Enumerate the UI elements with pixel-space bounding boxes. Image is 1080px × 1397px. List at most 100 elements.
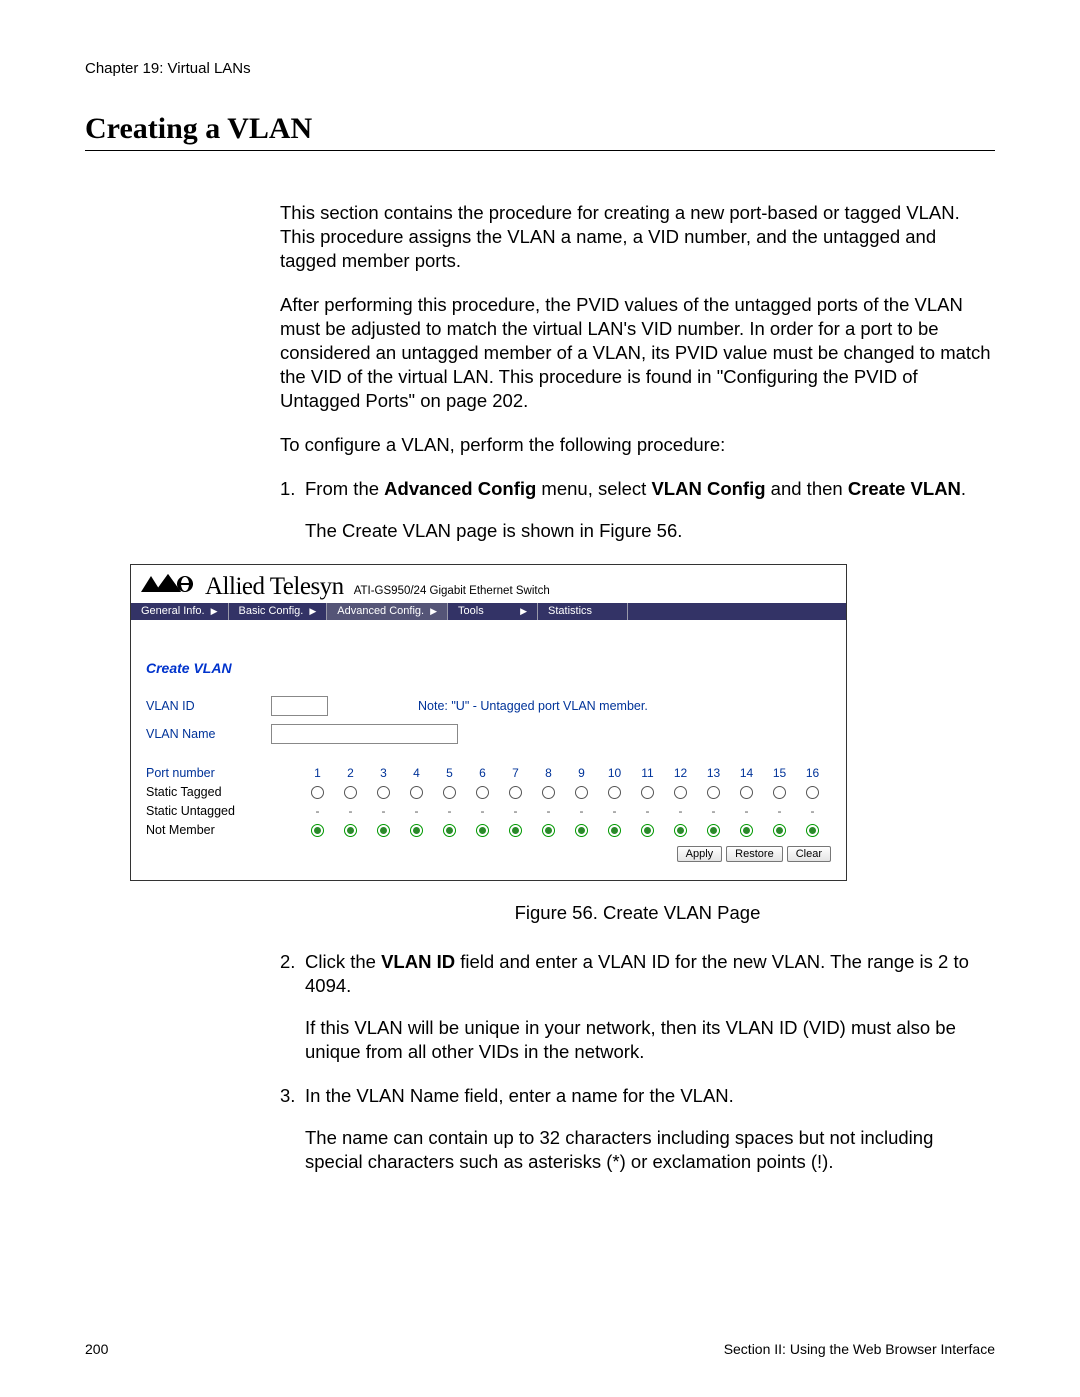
static-untagged-cell-15: - [763, 804, 796, 818]
chevron-right-icon: ▶ [520, 606, 527, 617]
not-member-radio-10[interactable] [598, 823, 631, 837]
not-member-radio-11[interactable] [631, 823, 664, 837]
page-number: 200 [85, 1341, 108, 1357]
not-member-radio-4[interactable] [400, 823, 433, 837]
chapter-header: Chapter 19: Virtual LANs [85, 60, 995, 77]
static-tagged-label: Static Tagged [146, 785, 301, 799]
static-untagged-cell-8: - [532, 804, 565, 818]
menu-label: General Info. [141, 605, 205, 617]
menu-advanced-config[interactable]: Advanced Config.▶ [327, 603, 448, 620]
device-model: ATI-GS950/24 Gigabit Ethernet Switch [354, 585, 550, 597]
menu-general-info[interactable]: General Info. ▶ [131, 603, 229, 620]
step-1-text-d: . [961, 478, 966, 499]
untagged-note: Note: "U" - Untagged port VLAN member. [418, 699, 648, 713]
chevron-right-icon: ▶ [211, 606, 218, 617]
static-untagged-cell-3: - [367, 804, 400, 818]
figure-header: Allied Telesyn ATI-GS950/24 Gigabit Ethe… [131, 565, 846, 603]
port-header-10: 10 [598, 766, 631, 780]
port-header-3: 3 [367, 766, 400, 780]
not-member-radio-9[interactable] [565, 823, 598, 837]
not-member-radio-5[interactable] [433, 823, 466, 837]
restore-button[interactable]: Restore [726, 846, 783, 862]
vlan-name-input[interactable] [271, 724, 458, 744]
step-3-note: The name can contain up to 32 characters… [305, 1126, 995, 1174]
port-header-13: 13 [697, 766, 730, 780]
static-tagged-radio-9[interactable] [565, 785, 598, 799]
static-tagged-radio-10[interactable] [598, 785, 631, 799]
not-member-radio-14[interactable] [730, 823, 763, 837]
static-tagged-radio-3[interactable] [367, 785, 400, 799]
static-untagged-cell-4: - [400, 804, 433, 818]
not-member-radio-2[interactable] [334, 823, 367, 837]
static-tagged-radio-4[interactable] [400, 785, 433, 799]
step-1-bold-1: Advanced Config [384, 478, 536, 499]
static-tagged-radio-13[interactable] [697, 785, 730, 799]
static-tagged-radio-15[interactable] [763, 785, 796, 799]
static-untagged-label: Static Untagged [146, 804, 301, 818]
static-tagged-radio-1[interactable] [301, 785, 334, 799]
chevron-right-icon: ▶ [430, 606, 437, 617]
step-2-note: If this VLAN will be unique in your netw… [305, 1016, 995, 1064]
step-1-bold-3: Create VLAN [848, 478, 961, 499]
port-header-7: 7 [499, 766, 532, 780]
paragraph-1: This section contains the procedure for … [280, 201, 995, 273]
vlan-id-input[interactable] [271, 696, 328, 716]
static-untagged-cell-16: - [796, 804, 829, 818]
static-tagged-radio-6[interactable] [466, 785, 499, 799]
static-tagged-radio-16[interactable] [796, 785, 829, 799]
static-tagged-radio-11[interactable] [631, 785, 664, 799]
static-tagged-radio-7[interactable] [499, 785, 532, 799]
not-member-radio-7[interactable] [499, 823, 532, 837]
static-untagged-cell-6: - [466, 804, 499, 818]
not-member-radio-1[interactable] [301, 823, 334, 837]
port-header-9: 9 [565, 766, 598, 780]
static-tagged-radio-12[interactable] [664, 785, 697, 799]
static-untagged-cell-10: - [598, 804, 631, 818]
not-member-radio-12[interactable] [664, 823, 697, 837]
menu-statistics[interactable]: Statistics [538, 603, 628, 620]
menu-label: Statistics [548, 605, 592, 617]
vlan-id-label: VLAN ID [146, 699, 271, 713]
port-table: Port number 12345678910111213141516 Stat… [146, 764, 831, 840]
menu-label: Basic Config. [239, 605, 304, 617]
port-header-6: 6 [466, 766, 499, 780]
static-tagged-radio-5[interactable] [433, 785, 466, 799]
static-untagged-cell-1: - [301, 804, 334, 818]
static-untagged-cell-14: - [730, 804, 763, 818]
not-member-radio-15[interactable] [763, 823, 796, 837]
not-member-radio-13[interactable] [697, 823, 730, 837]
panel-title: Create VLAN [146, 660, 831, 676]
static-tagged-radio-8[interactable] [532, 785, 565, 799]
not-member-radio-16[interactable] [796, 823, 829, 837]
vlan-name-label: VLAN Name [146, 727, 271, 741]
clear-button[interactable]: Clear [787, 846, 831, 862]
static-untagged-cell-11: - [631, 804, 664, 818]
step-3-num: 3. [280, 1084, 305, 1108]
step-3-text: In the VLAN Name field, enter a name for… [305, 1084, 990, 1108]
not-member-radio-3[interactable] [367, 823, 400, 837]
step-1-result: The Create VLAN page is shown in Figure … [305, 519, 995, 543]
step-1: 1. From the Advanced Config menu, select… [280, 477, 995, 501]
not-member-radio-6[interactable] [466, 823, 499, 837]
port-header-row: Port number 12345678910111213141516 [146, 764, 831, 783]
step-2-text-a: Click the [305, 951, 381, 972]
step-2-bold: VLAN ID [381, 951, 455, 972]
step-2-num: 2. [280, 950, 305, 974]
port-header-16: 16 [796, 766, 829, 780]
menu-label: Tools [458, 605, 484, 617]
step-1-num: 1. [280, 477, 305, 501]
static-tagged-row: Static Tagged [146, 783, 831, 802]
port-header-8: 8 [532, 766, 565, 780]
static-tagged-radio-14[interactable] [730, 785, 763, 799]
step-2: 2. Click the VLAN ID field and enter a V… [280, 950, 995, 998]
not-member-row: Not Member [146, 821, 831, 840]
section-footer: Section II: Using the Web Browser Interf… [724, 1341, 995, 1357]
menu-basic-config[interactable]: Basic Config.▶ [229, 603, 328, 620]
static-untagged-cell-5: - [433, 804, 466, 818]
static-tagged-radio-2[interactable] [334, 785, 367, 799]
menu-tools[interactable]: Tools ▶ [448, 603, 538, 620]
apply-button[interactable]: Apply [677, 846, 723, 862]
step-1-bold-2: VLAN Config [651, 478, 765, 499]
paragraph-3: To configure a VLAN, perform the followi… [280, 433, 995, 457]
not-member-radio-8[interactable] [532, 823, 565, 837]
